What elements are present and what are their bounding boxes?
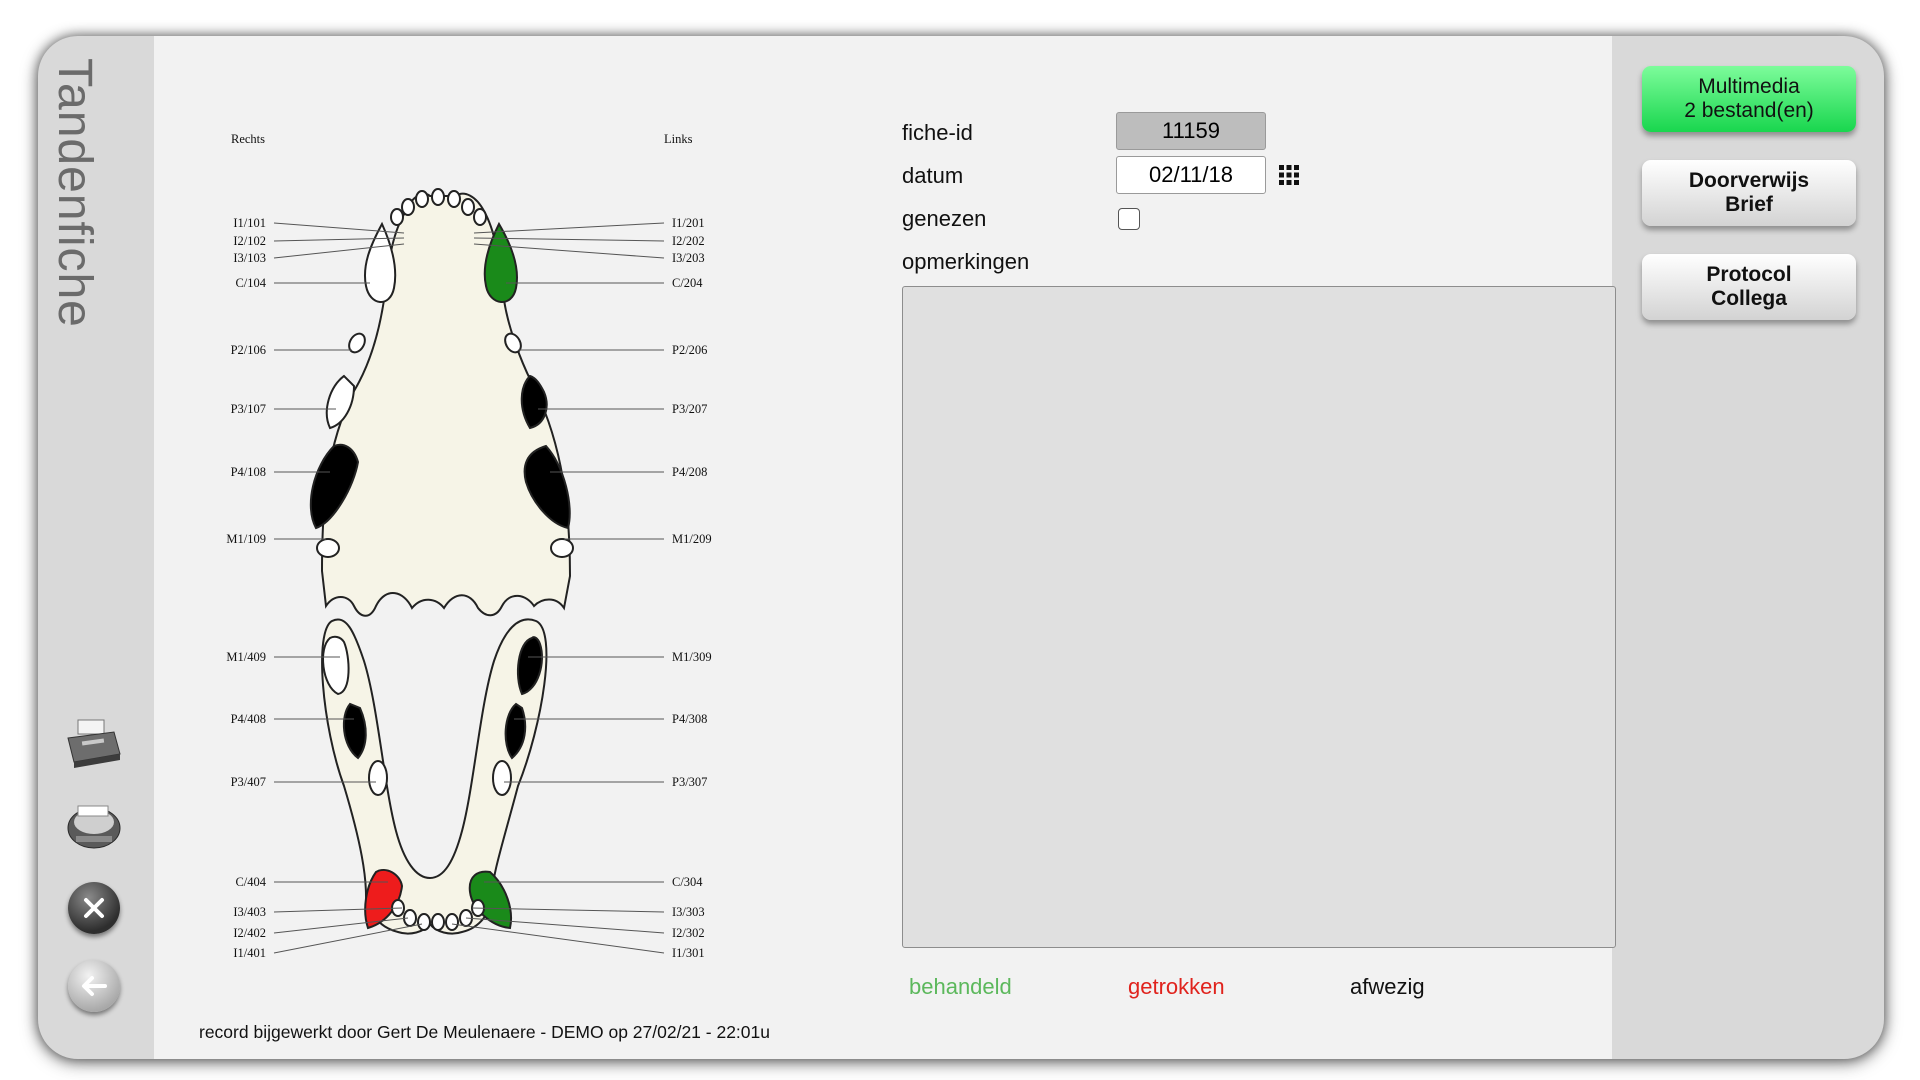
tooth-label[interactable]: I2/202: [672, 234, 705, 248]
tooth-c-104: [364, 221, 397, 303]
tooth-label[interactable]: M1/109: [226, 532, 266, 546]
multimedia-button[interactable]: Multimedia 2 bestand(en): [1642, 66, 1856, 132]
tooth-label[interactable]: P3/307: [672, 775, 707, 789]
tooth-p3-207: [520, 374, 548, 430]
doorverwijs-button-line2: Brief: [1725, 193, 1773, 216]
tooth-label[interactable]: I3/203: [672, 251, 705, 265]
tooth-label[interactable]: P3/107: [231, 402, 266, 416]
calendar-icon[interactable]: [1278, 164, 1300, 186]
datum-label: datum: [902, 163, 964, 188]
close-button[interactable]: [68, 882, 120, 934]
tooth-label[interactable]: P4/408: [231, 712, 266, 726]
tooth-label[interactable]: I3/303: [672, 905, 705, 919]
tooth-label[interactable]: M1/209: [672, 532, 712, 546]
genezen-checkbox[interactable]: [1118, 208, 1140, 230]
side-label-right: Rechts: [231, 132, 265, 146]
tooth-label[interactable]: I1/201: [672, 216, 705, 230]
tooth-label[interactable]: P3/207: [672, 402, 707, 416]
page-title: Tandenfiche: [48, 58, 101, 328]
app-window: Tandenfiche Rechts Links I1/101 I2/102 I…: [38, 36, 1884, 1059]
multimedia-button-count: 2 bestand(en): [1684, 99, 1814, 122]
tooth-p3-307: [492, 760, 512, 796]
tooth-label[interactable]: I2/302: [672, 926, 705, 940]
opmerkingen-textarea[interactable]: [902, 286, 1616, 948]
datum-field[interactable]: 02/11/18: [1116, 156, 1266, 194]
doorverwijs-brief-button[interactable]: Doorverwijs Brief: [1642, 160, 1856, 226]
lower-jaw: [321, 618, 548, 935]
tooth-label[interactable]: P4/208: [672, 465, 707, 479]
tooth-label[interactable]: P3/407: [231, 775, 266, 789]
print-button[interactable]: [64, 716, 124, 776]
tooth-label[interactable]: I3/103: [233, 251, 266, 265]
protocol-button-line1: Protocol: [1706, 263, 1792, 286]
fiche-id-field: 11159: [1116, 112, 1266, 150]
side-label-left: Links: [664, 132, 693, 146]
back-arrow-icon: [82, 976, 107, 996]
back-button[interactable]: [68, 960, 120, 1012]
legend-getrokken: getrokken: [1128, 974, 1225, 999]
legend-behandeld: behandeld: [909, 974, 1012, 999]
scan-button[interactable]: [64, 798, 124, 858]
tooth-label[interactable]: I1/301: [672, 946, 705, 960]
tooth-label[interactable]: C/204: [672, 276, 703, 290]
tooth-label[interactable]: I1/401: [233, 946, 266, 960]
main-content: Rechts Links I1/101 I2/102 I3/103 C/104 …: [154, 36, 1616, 1059]
tooth-label[interactable]: I1/101: [233, 216, 266, 230]
close-icon: [84, 898, 104, 918]
scanner-icon: [67, 805, 121, 849]
tooth-label[interactable]: I2/402: [233, 926, 266, 940]
tooth-label[interactable]: P2/206: [672, 343, 707, 357]
multimedia-button-label: Multimedia: [1698, 75, 1800, 98]
dental-chart: Rechts Links I1/101 I2/102 I3/103 C/104 …: [226, 132, 712, 960]
tooth-label[interactable]: I3/403: [233, 905, 266, 919]
genezen-label: genezen: [902, 206, 987, 231]
tooth-m1-209: [550, 538, 574, 558]
tooth-label[interactable]: P2/106: [231, 343, 266, 357]
protocol-button-line2: Collega: [1711, 287, 1787, 310]
tooth-label[interactable]: I2/102: [233, 234, 266, 248]
right-panel: Multimedia 2 bestand(en) Doorverwijs Bri…: [1612, 36, 1884, 1059]
tooth-m1-109: [316, 538, 340, 558]
printer-icon: [67, 719, 121, 768]
record-updated-status: record bijgewerkt door Gert De Meulenaer…: [199, 1022, 770, 1042]
doorverwijs-button-line1: Doorverwijs: [1688, 169, 1810, 192]
left-rail: Tandenfiche: [38, 36, 154, 1059]
tooth-label[interactable]: P4/108: [231, 465, 266, 479]
tooth-label[interactable]: C/304: [672, 875, 703, 889]
tooth-label[interactable]: P4/308: [672, 712, 707, 726]
tooth-p3-407: [368, 760, 388, 796]
protocol-collega-button[interactable]: Protocol Collega: [1642, 254, 1856, 320]
tooth-label[interactable]: M1/409: [226, 650, 266, 664]
tooth-label[interactable]: M1/309: [672, 650, 712, 664]
tooth-label[interactable]: C/104: [235, 276, 266, 290]
tooth-p2-106: [348, 332, 366, 354]
tooth-label[interactable]: C/404: [235, 875, 266, 889]
fiche-id-label: fiche-id: [902, 120, 973, 145]
opmerkingen-label: opmerkingen: [902, 249, 1030, 274]
legend-afwezig: afwezig: [1350, 974, 1425, 999]
